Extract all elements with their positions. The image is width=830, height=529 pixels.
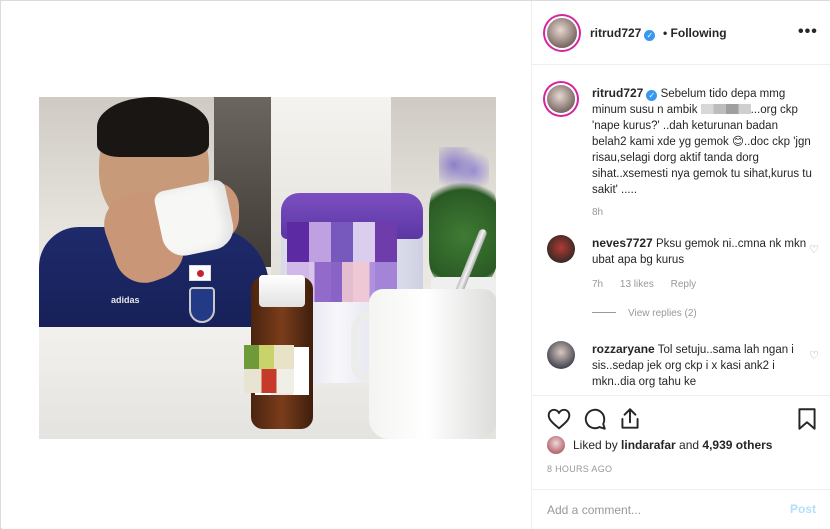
- more-icon[interactable]: •••: [798, 23, 818, 41]
- photo-shirt-crest: [189, 287, 215, 323]
- bookmark-icon[interactable]: [794, 406, 820, 432]
- photo-mug: [369, 289, 496, 439]
- photo-bottle-cap: [259, 275, 305, 307]
- comment-item: neves7727 Pksu gemok ni..cmna nk mkn uba…: [547, 235, 819, 325]
- photo-flag-badge: [189, 265, 211, 281]
- caption-item: ritrud727 ✓ Sebelum tido depa mmg minum s…: [547, 85, 819, 225]
- author-name-group: ritrud727 ✓: [590, 26, 656, 41]
- comment-username[interactable]: rozzaryane: [592, 342, 655, 356]
- following-button[interactable]: • Following: [663, 26, 727, 40]
- caption-meta: 8h: [592, 207, 617, 218]
- heart-icon[interactable]: [546, 406, 572, 432]
- view-replies-button[interactable]: View replies (2): [592, 308, 697, 319]
- post-sidebar: ritrud727 ✓ • Following ••• ritrud727 ✓ Se…: [531, 1, 830, 529]
- comment-likes[interactable]: 13 likes: [620, 279, 654, 290]
- comment-text-block: neves7727 Pksu gemok ni..cmna nk mkn uba…: [592, 235, 812, 268]
- caption-text-continued: ...org ckp 'nape kurus?' ..dah keturunan…: [592, 104, 812, 196]
- likes-middle: and: [675, 438, 703, 452]
- comment-icon[interactable]: [582, 406, 608, 432]
- likes-prefix: Liked by: [573, 438, 622, 452]
- share-icon[interactable]: [617, 406, 643, 432]
- caption-time: 8h: [592, 207, 604, 218]
- comment-avatar[interactable]: [547, 235, 575, 263]
- verified-icon: ✓: [646, 90, 658, 101]
- author-username[interactable]: ritrud727: [590, 26, 641, 40]
- photo-child-hair: [97, 97, 209, 157]
- view-replies-dash: [592, 312, 616, 313]
- comment-meta: 7h 13 likes Reply: [592, 279, 710, 290]
- comment-reply-button[interactable]: Reply: [671, 279, 697, 290]
- comment-input[interactable]: [547, 499, 777, 521]
- comment-like-icon[interactable]: ♡: [809, 243, 819, 256]
- instagram-post: adidas ritrud727 ✓ • Following ••• ritru…: [0, 0, 830, 529]
- caption-avatar[interactable]: [547, 85, 575, 113]
- action-bar: Liked by lindarafar and 4,939 others 8 H…: [532, 395, 830, 495]
- photo-shirt-brand: adidas: [111, 295, 140, 305]
- caption-username[interactable]: ritrud727: [592, 86, 643, 100]
- comment-username[interactable]: neves7727: [592, 236, 653, 250]
- verified-icon: ✓: [644, 30, 656, 41]
- comment-like-icon[interactable]: ♡: [809, 349, 819, 362]
- liker-avatar[interactable]: [547, 436, 565, 454]
- caption-redaction: [700, 104, 751, 114]
- post-comment-button[interactable]: Post: [790, 502, 816, 516]
- photo-plant: [429, 167, 496, 282]
- caption-text-block: ritrud727 ✓ Sebelum tido depa mmg minum s…: [592, 85, 812, 198]
- likes-text: Liked by lindarafar and 4,939 others: [573, 438, 772, 452]
- comment-text-block: rozzaryane Tol setuju..sama lah ngan i s…: [592, 341, 812, 390]
- post-photo[interactable]: adidas: [39, 97, 496, 439]
- liker-username[interactable]: lindarafar: [621, 438, 676, 452]
- post-header: ritrud727 ✓ • Following •••: [532, 1, 830, 65]
- comment-avatar[interactable]: [547, 341, 575, 369]
- view-replies-label: View replies (2): [628, 308, 697, 319]
- add-comment-bar: Post: [532, 489, 830, 529]
- comment-time: 7h: [592, 279, 604, 290]
- likes-count[interactable]: 4,939 others: [702, 438, 772, 452]
- comment-item: rozzaryane Tol setuju..sama lah ngan i s…: [547, 341, 819, 395]
- post-timestamp[interactable]: 8 HOURS AGO: [547, 464, 612, 474]
- comments-list[interactable]: ritrud727 ✓ Sebelum tido depa mmg minum s…: [532, 65, 830, 395]
- author-avatar[interactable]: [547, 18, 577, 48]
- post-media: adidas: [2, 2, 531, 529]
- photo-censored-bottle-label: [244, 345, 294, 393]
